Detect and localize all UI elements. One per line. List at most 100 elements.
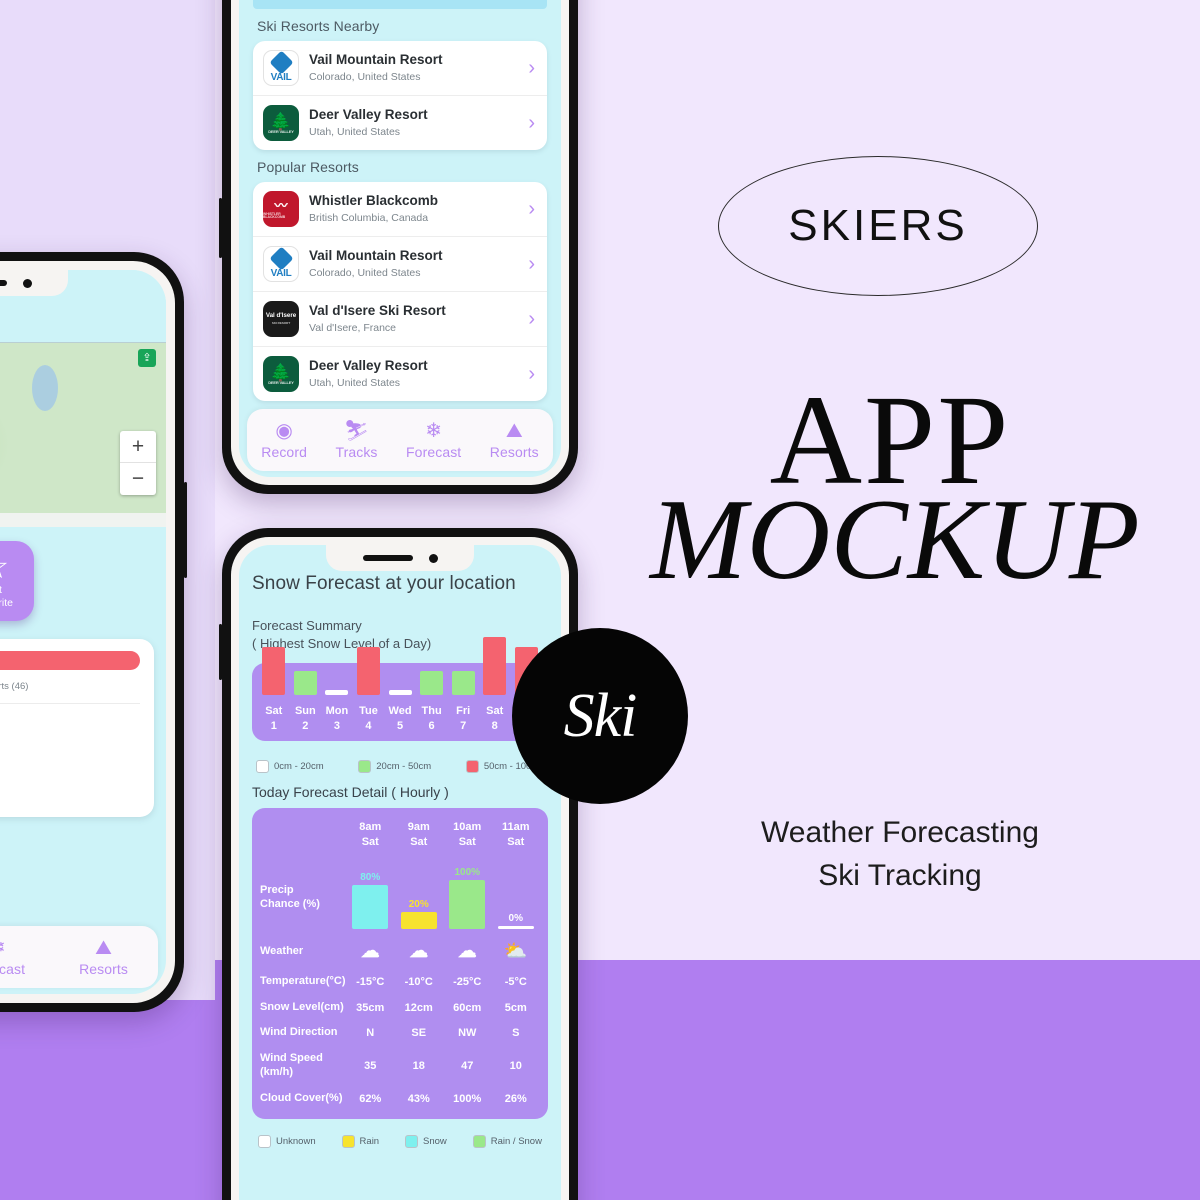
cloud-snow-icon: ☁	[360, 940, 380, 962]
precip-bar	[400, 911, 437, 929]
chart-bar-column: Fri 7	[447, 670, 479, 734]
legend-swatch-icon	[465, 760, 479, 774]
resort-stats-list: 2,284 M ▲ summit alt 200.0 KM ⛰ of track…	[0, 703, 140, 793]
legend-item: Unknown	[258, 1135, 316, 1149]
tab-resorts[interactable]: ⛰ Resorts	[79, 938, 128, 977]
chevron-right-icon[interactable]: ›	[528, 364, 537, 384]
chart-bar-column: Wed 5	[384, 689, 416, 734]
legend-item: Rain	[341, 1135, 379, 1149]
map-zoom-in-button[interactable]: +	[120, 431, 156, 463]
tab-label: Forecast	[406, 443, 462, 460]
resort-location: British Columbia, Canada	[309, 211, 429, 224]
star-icon: ☆	[0, 550, 9, 584]
map-zoom-out-button[interactable]: −	[120, 463, 156, 495]
speaker-grille	[362, 555, 413, 561]
resort-location: Val d'Isere, France	[309, 321, 397, 334]
list-item[interactable]: VAIL Vail Mountain Resort Colorado, Unit…	[253, 236, 547, 291]
table-row-wind-speed: Wind Speed (km/h) 35 18 47 10	[260, 1046, 540, 1086]
nearby-resorts-card: VAIL Vail Mountain Resort Colorado, Unit…	[253, 41, 547, 150]
tab-forecast[interactable]: ❄ Forecast	[0, 938, 25, 977]
table-row-cloud-cover: Cloud Cover(%) 62% 43% 100% 26%	[260, 1086, 540, 1112]
cloud-cover-cell: 100%	[453, 1092, 482, 1105]
section-title-nearby: Ski Resorts Nearby	[257, 18, 380, 34]
chart-bar	[483, 636, 507, 695]
tagline: Weather Forecasting Ski Tracking	[700, 812, 1100, 897]
tab-forecast[interactable]: ❄ Forecast	[406, 421, 461, 460]
difficulty-legend-label: Experts (46)	[0, 681, 29, 692]
chart-bar-column: Tue 4	[353, 646, 385, 734]
snow-level-cell: 35cm	[356, 1001, 385, 1014]
precip-bar	[497, 925, 534, 929]
precip-cell: 20%	[395, 861, 444, 935]
cloud-cover-cell: 62%	[359, 1092, 382, 1105]
tab-record[interactable]: ◉ Record	[261, 421, 307, 460]
legend-swatch-icon	[258, 1135, 271, 1149]
chart-bar-column: Mon 3	[321, 689, 353, 734]
deer-valley-logo-icon: 🌲 DEER VALLEY	[263, 356, 299, 392]
resort-name: Deer Valley Resort	[309, 106, 428, 122]
resort-stats-card: nediate (30) Experts (46) 2,284 M ▲	[0, 639, 154, 817]
chart-bar	[325, 689, 349, 695]
list-item[interactable]: Val d'Isere SKI RESORT Val d'Isere Ski R…	[253, 291, 547, 346]
tab-resorts[interactable]: ⛰ Resorts	[490, 421, 539, 460]
device-notch	[0, 270, 68, 296]
power-button[interactable]	[184, 482, 187, 578]
resort-location: Utah, United States	[309, 376, 401, 389]
resort-map[interactable]: ⇪ 99 📍 Whistler Blackcomb Famed ski reso…	[0, 342, 166, 527]
tab-label: Tracks	[335, 443, 378, 460]
chart-bar	[388, 689, 412, 695]
wind-speed-cell: 10	[509, 1059, 522, 1072]
chart-bar-column: Sun 2	[290, 670, 322, 734]
cloud-outline-icon: ☁	[457, 940, 477, 962]
tab-tracks[interactable]: ⛷ Tracks	[335, 421, 377, 460]
legend-label: 20cm - 50cm	[376, 761, 432, 773]
table-row-snow-level: Snow Level(cm) 35cm 12cm 60cm 5cm	[260, 995, 540, 1021]
chevron-right-icon[interactable]: ›	[528, 309, 537, 329]
speaker-grille	[0, 280, 7, 286]
tagline-line2: Ski Tracking	[818, 858, 982, 892]
set-favorite-label: Set Favorite	[0, 584, 13, 610]
vail-logo-icon: VAIL	[263, 246, 299, 282]
phone-resorts-list: 📍 Ski Resorts Nearby VAIL Vail Mountain …	[219, 0, 578, 494]
set-favorite-button[interactable]: ☆ Set Favorite	[0, 541, 34, 621]
forecast-scroll-area[interactable]: Snow Forecast at your location Forecast …	[239, 545, 561, 1200]
list-item[interactable]: VAIL Vail Mountain Resort Colorado, Unit…	[253, 41, 547, 95]
tab-label: Record	[261, 443, 307, 460]
chart-bar	[262, 646, 286, 695]
tab-label: Resorts	[489, 443, 539, 460]
map-preview-card[interactable]: 📍	[253, 0, 547, 9]
list-item[interactable]: 〰 WHISTLER BLACKCOMB Whistler Blackcomb B…	[253, 182, 547, 236]
row-label-temperature: Temperature(°C)	[260, 974, 346, 987]
section-title-popular: Popular Resorts	[257, 159, 359, 175]
chevron-right-icon[interactable]: ›	[528, 58, 537, 78]
ski-circle-badge: Ski	[512, 628, 688, 804]
list-item[interactable]: 🌲 DEER VALLEY Deer Valley Resort Utah, Un…	[253, 95, 547, 150]
resorts-scroll-area[interactable]: 📍 Ski Resorts Nearby VAIL Vail Mountain …	[239, 0, 561, 477]
legend-item: 0cm - 20cm	[256, 760, 324, 774]
bottom-tab-bar[interactable]: ❄ Forecast ⛰ Resorts	[0, 926, 158, 988]
chevron-right-icon[interactable]: ›	[528, 254, 537, 274]
hour-header: 11am Sat	[501, 821, 530, 848]
resort-name: Val d'Isere Ski Resort	[309, 302, 446, 318]
precip-bar	[449, 879, 486, 929]
map-navigate-icon[interactable]: ⇪	[138, 349, 156, 367]
legend-item: 20cm - 50cm	[358, 760, 432, 774]
phone-snow-forecast: Snow Forecast at your location Forecast …	[219, 528, 578, 1200]
wind-direction-cell: N	[366, 1027, 375, 1040]
volume-button[interactable]	[219, 198, 222, 258]
row-label-wind-speed: Wind Speed (km/h)	[260, 1052, 323, 1078]
chart-x-label: Sun 2	[294, 704, 316, 732]
list-item[interactable]: 🌲 DEER VALLEY Deer Valley Resort Utah, Un…	[253, 346, 547, 401]
volume-button[interactable]	[219, 624, 222, 680]
precip-value: 0%	[508, 912, 523, 924]
bottom-tab-bar[interactable]: ◉ Record ⛷ Tracks ❄ Forecast ⛰ Resorts	[247, 409, 553, 471]
stat-value: 2,284 M	[0, 714, 140, 731]
background-left-lower-band	[0, 1000, 215, 1200]
map-zoom-controls[interactable]: + −	[120, 431, 156, 495]
chart-bar-column: Thu 6	[416, 670, 448, 734]
wind-speed-cell: 47	[461, 1059, 474, 1072]
chevron-right-icon[interactable]: ›	[528, 199, 537, 219]
chevron-right-icon[interactable]: ›	[528, 113, 537, 133]
vail-logo-icon: VAIL	[263, 50, 299, 86]
chart-x-label: Thu 6	[421, 704, 442, 732]
